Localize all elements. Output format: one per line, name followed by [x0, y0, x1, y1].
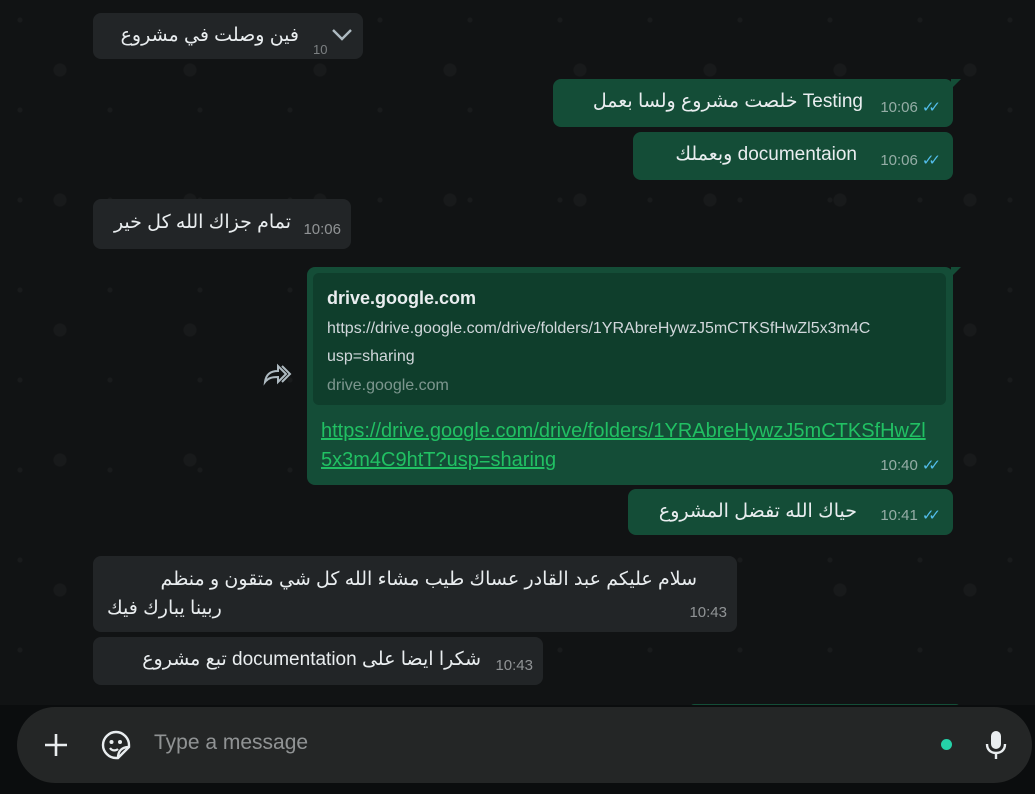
chat-area[interactable]: فين وصلت في مشروع 10 Testing خلصت مشروع … [0, 0, 1035, 705]
message-meta: 10:06 ✓✓ [880, 95, 941, 121]
message-text: فين وصلت في مشروع [120, 25, 299, 46]
chevron-down-icon[interactable] [329, 24, 355, 44]
message-meta: 10:43 [495, 653, 533, 679]
message-text-line-2: ربينا يبارك فيك [107, 598, 222, 619]
message-time: 10:40 [880, 457, 918, 474]
message-text: Testing خلصت مشروع ولسا بعمل [592, 91, 863, 112]
message-text: حياك الله تفضل المشروع [658, 501, 857, 522]
message-time: 10 [313, 42, 328, 57]
message-time: 10:06 [303, 221, 341, 238]
message-text: تمام جزاك الله كل خير [113, 212, 291, 233]
message-time: 10:06 [880, 152, 918, 169]
message-meta: 10:43 [689, 600, 727, 626]
message-text: شكرا ايضا على documentation تبع مشروع [142, 649, 481, 670]
read-ticks-icon: ✓✓ [921, 99, 941, 116]
partial-outgoing-message [690, 704, 960, 705]
outgoing-message[interactable]: Testing خلصت مشروع ولسا بعمل 10:06 ✓✓ [553, 79, 961, 127]
message-meta: 10:41 ✓✓ [880, 503, 941, 529]
message-meta: 10:40 ✓✓ [880, 453, 941, 479]
message-composer: Type a message [17, 707, 1032, 783]
voice-message-button[interactable] [978, 727, 1014, 763]
message-text-line-1: سلام عليكم عبد القادر عساك طيب مشاء الله… [160, 569, 697, 590]
message-meta: 10:06 [303, 217, 341, 243]
message-time: 10:43 [689, 604, 727, 621]
mic-icon [985, 731, 1007, 759]
outgoing-message[interactable]: حياك الله تفضل المشروع 10:41 ✓✓ [628, 489, 953, 535]
forward-icon[interactable] [262, 360, 294, 388]
incoming-message[interactable]: فين وصلت في مشروع 10 [93, 13, 363, 59]
message-time: 10:06 [880, 99, 918, 116]
status-dot [941, 739, 952, 750]
message-text: documentaion وبعملك [675, 144, 857, 165]
link-preview-domain: drive.google.com [327, 377, 449, 394]
message-meta: 10:06 ✓✓ [880, 148, 941, 174]
attach-button[interactable] [38, 727, 74, 763]
incoming-message[interactable]: تمام جزاك الله كل خير 10:06 [93, 199, 351, 249]
message-input[interactable]: Type a message [154, 731, 308, 755]
message-time: 10:43 [495, 657, 533, 674]
link-preview-card[interactable]: drive.google.com https://drive.google.co… [313, 273, 946, 405]
link-preview-title: drive.google.com [327, 288, 477, 308]
read-ticks-icon: ✓✓ [921, 507, 941, 524]
outgoing-message[interactable]: documentaion وبعملك 10:06 ✓✓ [633, 132, 953, 180]
sticker-button[interactable] [98, 727, 134, 763]
incoming-message[interactable]: شكرا ايضا على documentation تبع مشروع 10… [93, 637, 543, 685]
sticker-icon [101, 730, 131, 760]
link-preview-description: https://drive.google.com/drive/folders/1… [327, 320, 871, 365]
plus-icon [45, 734, 67, 756]
read-ticks-icon: ✓✓ [921, 152, 941, 169]
message-time: 10:41 [880, 507, 918, 524]
message-link[interactable]: https://drive.google.com/drive/folders/1… [321, 417, 936, 475]
read-ticks-icon: ✓✓ [921, 457, 941, 474]
outgoing-link-message[interactable]: drive.google.com https://drive.google.co… [307, 267, 961, 485]
incoming-message[interactable]: سلام عليكم عبد القادر عساك طيب مشاء الله… [93, 556, 737, 632]
